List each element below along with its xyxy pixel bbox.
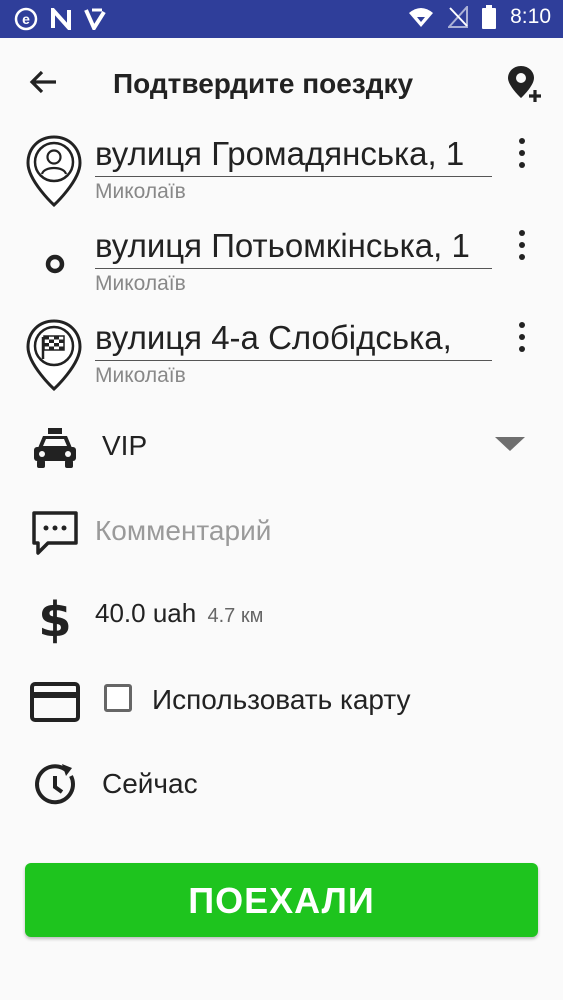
waypoint-address[interactable]: вулиця Потьомкінська, 1 [95, 225, 492, 269]
status-bar: e 8:10 [0, 0, 563, 38]
from-address[interactable]: вулиця Громадянська, 1 [95, 133, 492, 177]
from-city: Миколаїв [95, 180, 186, 203]
route-point-destination[interactable]: вулиця 4-а Слобідська, Миколаїв [0, 317, 563, 407]
comment-icon [32, 511, 78, 555]
schedule-icon [35, 764, 75, 805]
price-row: $ 40.0 uah 4.7 км [0, 580, 563, 650]
user-pin-icon [26, 135, 82, 208]
no-signal-icon [448, 6, 469, 28]
comment-input[interactable]: Комментарий [95, 515, 271, 547]
route-point-from[interactable]: вулиця Громадянська, 1 Миколаїв [0, 133, 563, 223]
back-arrow-icon[interactable] [26, 64, 62, 100]
tariff-selector[interactable]: VIP [0, 410, 563, 480]
toolbar: Подтвердите поездку [0, 38, 563, 128]
clock: 8:10 [510, 5, 551, 28]
n-app-notification-icon [51, 8, 71, 30]
v-app-notification-icon [84, 8, 106, 30]
tariff-value: VIP [102, 430, 148, 461]
taxi-car-icon [34, 428, 76, 468]
waypoint-dot-icon [45, 254, 65, 274]
battery-icon [482, 5, 497, 29]
destination-address[interactable]: вулиця 4-а Слобідська, [95, 317, 492, 361]
trip-distance: 4.7 км [207, 605, 264, 627]
go-button[interactable]: ПОЕХАЛИ [25, 863, 538, 937]
price-amount: 40.0 uah [95, 598, 197, 628]
comment-row[interactable]: Комментарий [0, 495, 563, 565]
e-app-notification-icon: e [14, 7, 38, 31]
wifi-icon [409, 8, 434, 27]
add-location-icon[interactable] [505, 64, 545, 104]
time-value: Сейчас [102, 768, 198, 799]
use-card-checkbox[interactable] [104, 684, 132, 712]
dollar-icon: $ [38, 592, 71, 644]
price-text: 40.0 uah 4.7 км [95, 598, 263, 629]
time-row[interactable]: Сейчас [0, 748, 563, 818]
svg-text:$: $ [38, 592, 71, 644]
waypoint-city: Миколаїв [95, 272, 186, 295]
route-point-waypoint[interactable]: вулиця Потьомкінська, 1 Миколаїв [0, 225, 563, 315]
pay-by-card-row[interactable]: Использовать карту [0, 664, 563, 734]
svg-text:e: e [22, 11, 30, 27]
use-card-label[interactable]: Использовать карту [152, 684, 411, 716]
more-vert-icon[interactable] [508, 133, 536, 173]
more-vert-icon[interactable] [508, 225, 536, 265]
page-title: Подтвердите поездку [113, 68, 414, 99]
destination-city: Миколаїв [95, 364, 186, 387]
more-vert-icon[interactable] [508, 317, 536, 357]
credit-card-icon [30, 682, 80, 722]
dropdown-arrow-icon[interactable] [494, 436, 526, 452]
finish-flag-pin-icon [26, 319, 82, 392]
